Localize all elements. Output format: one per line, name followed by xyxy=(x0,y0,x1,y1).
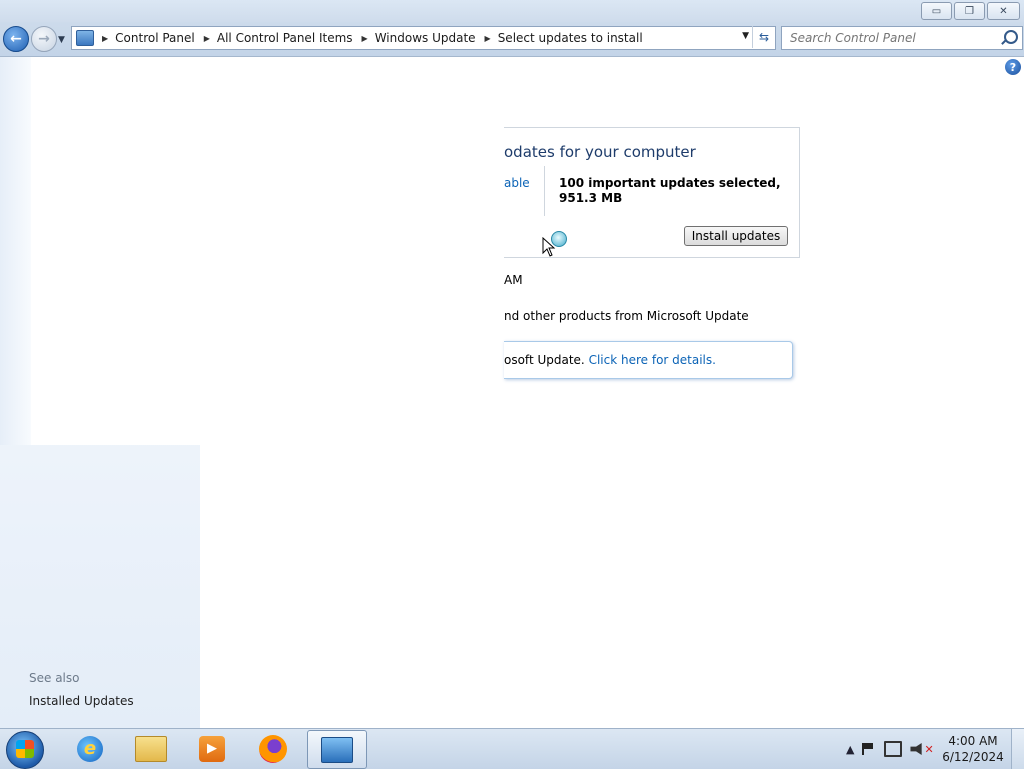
start-button[interactable] xyxy=(6,731,44,769)
minimize-button[interactable]: ▭ xyxy=(921,2,952,20)
taskbar-windows-explorer[interactable] xyxy=(122,730,180,767)
taskbar: e ▶ ▲ ✕ 4:00 AM 6/12/2024 xyxy=(0,728,1024,769)
control-panel-taskbar-icon xyxy=(321,736,353,763)
breadcrumb-arrow-icon[interactable]: ▶ xyxy=(204,34,210,43)
last-check-time: AM xyxy=(504,273,523,287)
taskbar-control-panel[interactable] xyxy=(307,730,367,769)
search-input[interactable] xyxy=(788,27,992,49)
help-icon[interactable]: ? xyxy=(1005,59,1021,75)
window-titlebar: ▭ ❐ ✕ xyxy=(0,0,1024,22)
network-icon[interactable] xyxy=(884,741,903,757)
see-also-label: See also xyxy=(29,671,80,685)
breadcrumb-select-updates[interactable]: Select updates to install xyxy=(498,31,643,45)
taskbar-media-player[interactable]: ▶ xyxy=(183,730,241,767)
address-dropdown-icon[interactable]: ▼ xyxy=(742,31,749,41)
clock-time: 4:00 AM xyxy=(948,734,998,748)
muted-x-icon: ✕ xyxy=(924,742,934,756)
breadcrumb-all-items[interactable]: All Control Panel Items xyxy=(217,31,353,45)
panel-divider xyxy=(544,166,545,216)
panel-title: odates for your computer xyxy=(504,143,696,161)
installed-updates-link[interactable]: Installed Updates xyxy=(29,694,134,708)
close-button[interactable]: ✕ xyxy=(987,2,1020,20)
blank-region xyxy=(31,57,200,445)
available-updates-link[interactable]: able xyxy=(504,176,530,190)
update-source-text: nd other products from Microsoft Update xyxy=(504,309,749,323)
breadcrumb-windows-update[interactable]: Windows Update xyxy=(375,31,476,45)
breadcrumb-control-panel[interactable]: Control Panel xyxy=(115,31,195,45)
volume-icon[interactable] xyxy=(910,743,922,755)
info-box: osoft Update. Click here for details. xyxy=(504,341,793,379)
breadcrumb-arrow-icon[interactable]: ▶ xyxy=(362,34,368,43)
search-box[interactable] xyxy=(781,26,1023,50)
show-desktop-button[interactable] xyxy=(1011,729,1024,769)
blank-main-region xyxy=(200,57,504,728)
sidebar-edge xyxy=(0,57,31,445)
firefox-icon xyxy=(259,734,287,763)
recent-pages-dropdown-icon[interactable]: ▼ xyxy=(58,35,65,45)
details-link[interactable]: Click here for details. xyxy=(589,353,716,367)
install-updates-button[interactable]: Install updates xyxy=(684,226,788,246)
updates-selected-summary: 100 important updates selected, 951.3 MB xyxy=(559,176,781,205)
taskbar-clock[interactable]: 4:00 AM 6/12/2024 xyxy=(936,733,1010,765)
folder-icon xyxy=(135,735,167,762)
maximize-button[interactable]: ❐ xyxy=(954,2,985,20)
forward-button[interactable]: → xyxy=(31,26,57,52)
internet-explorer-icon: e xyxy=(77,735,103,762)
taskbar-internet-explorer[interactable]: e xyxy=(61,730,119,767)
busy-spinner-icon xyxy=(551,231,567,247)
breadcrumb-arrow-icon[interactable]: ▶ xyxy=(102,34,108,43)
show-hidden-icons-button[interactable]: ▲ xyxy=(846,743,854,756)
media-player-icon: ▶ xyxy=(199,735,225,762)
control-panel-icon xyxy=(76,30,94,46)
refresh-button[interactable]: ⇆ xyxy=(752,26,775,48)
navigation-bar: ← → ▼ ▶ Control Panel ▶ All Control Pane… xyxy=(0,22,1024,57)
caption-buttons: ▭ ❐ ✕ xyxy=(921,2,1020,20)
windows-logo-icon xyxy=(16,740,34,758)
info-text: osoft Update. Click here for details. xyxy=(504,353,716,367)
system-tray: ▲ ✕ xyxy=(846,741,934,757)
action-center-flag-icon[interactable] xyxy=(862,743,876,755)
info-message: osoft Update. xyxy=(504,353,585,367)
back-button[interactable]: ← xyxy=(3,26,29,52)
taskbar-firefox[interactable] xyxy=(244,730,302,767)
clock-date: 6/12/2024 xyxy=(942,750,1004,764)
breadcrumb-arrow-icon[interactable]: ▶ xyxy=(485,34,491,43)
search-icon[interactable] xyxy=(1004,30,1018,44)
address-bar[interactable]: ▶ Control Panel ▶ All Control Panel Item… xyxy=(71,26,776,50)
